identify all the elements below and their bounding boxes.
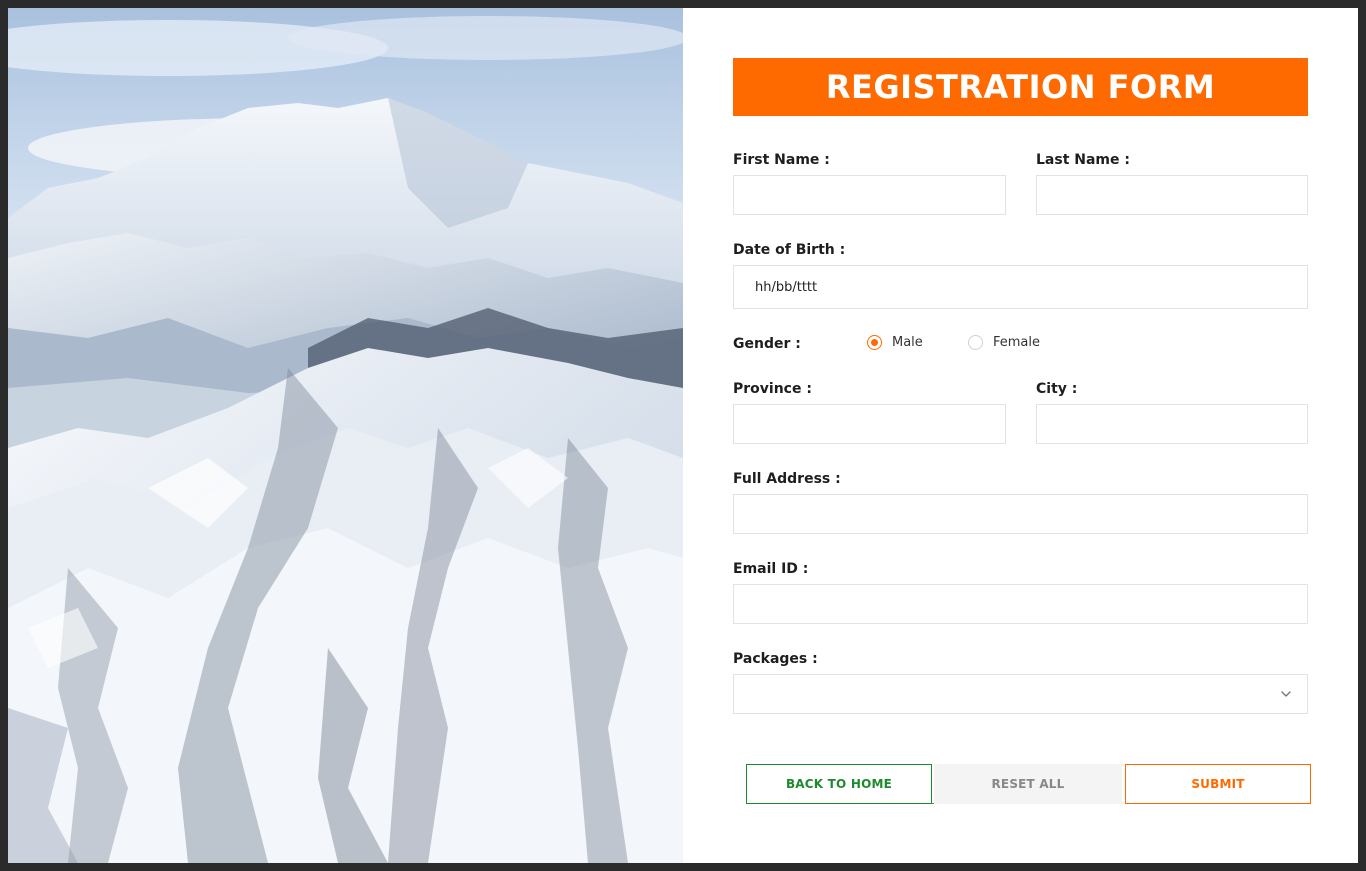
dob-label: Date of Birth : [733, 242, 846, 258]
last-name-label: Last Name : [1036, 152, 1130, 168]
address-input[interactable] [733, 494, 1308, 534]
form-title-bar: REGISTRATION FORM [733, 58, 1308, 116]
page-frame: REGISTRATION FORM First Name : Last Name… [8, 8, 1358, 863]
province-input[interactable] [733, 404, 1006, 444]
first-name-input[interactable] [733, 175, 1006, 215]
registration-form: REGISTRATION FORM First Name : Last Name… [683, 8, 1358, 863]
reset-all-button[interactable]: RESET ALL [934, 764, 1122, 804]
mountain-hero-image [8, 8, 683, 863]
gender-option-female[interactable]: Female [968, 335, 1040, 350]
city-label: City : [1036, 381, 1078, 397]
packages-label: Packages : [733, 651, 818, 667]
city-input[interactable] [1036, 404, 1308, 444]
first-name-label: First Name : [733, 152, 830, 168]
email-label: Email ID : [733, 561, 809, 577]
gender-option-male[interactable]: Male [867, 335, 923, 350]
gender-label: Gender : [733, 336, 801, 352]
chevron-down-icon[interactable] [1279, 687, 1293, 701]
email-input[interactable] [733, 584, 1308, 624]
radio-selected-icon[interactable] [867, 335, 882, 350]
form-title: REGISTRATION FORM [825, 68, 1216, 106]
back-to-home-button[interactable]: BACK TO HOME [746, 764, 932, 804]
packages-select[interactable] [733, 674, 1308, 714]
mountain-illustration [8, 8, 683, 863]
province-label: Province : [733, 381, 812, 397]
radio-unselected-icon[interactable] [968, 335, 983, 350]
gender-female-label: Female [993, 335, 1041, 350]
last-name-input[interactable] [1036, 175, 1308, 215]
dob-placeholder: hh/bb/tttt [755, 279, 818, 295]
gender-male-label: Male [892, 335, 923, 350]
dob-input[interactable]: hh/bb/tttt [733, 265, 1308, 309]
submit-button[interactable]: SUBMIT [1125, 764, 1311, 804]
address-label: Full Address : [733, 471, 841, 487]
